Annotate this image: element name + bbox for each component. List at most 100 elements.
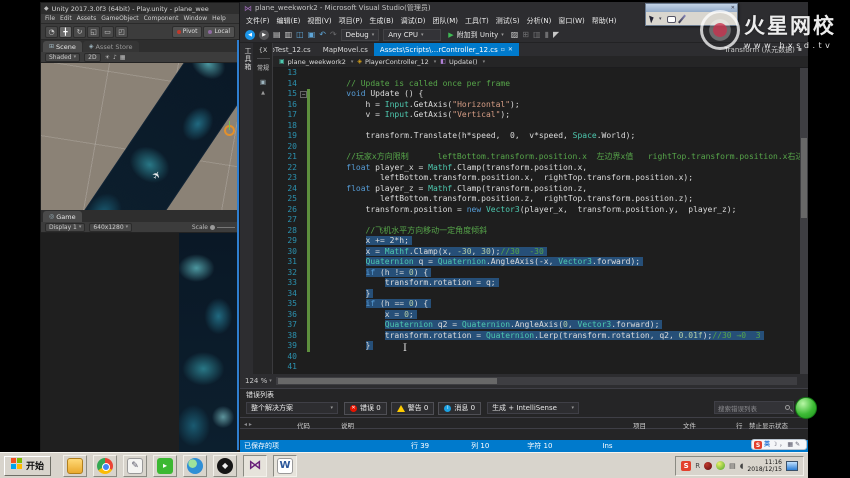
cursor-tool-icon[interactable] [649,15,655,24]
step-commands-icon[interactable]: ▥ [533,30,541,39]
vs-menu-item[interactable]: 编辑(E) [277,16,301,26]
document-tab[interactable]: MapMovel.cs [317,43,374,56]
undo-icon[interactable]: ↶ [319,30,326,39]
code-line[interactable]: 30 x = Mathf.Clamp(x, -30, 30);//30 -30 [273,247,800,258]
live-share-icon[interactable]: ▨ [511,30,519,39]
bookmark-icon[interactable]: ◤ [553,30,559,39]
code-line[interactable]: 14 // Update is called once per frame [273,79,800,90]
column-header[interactable]: 文件 [683,420,696,430]
navigate-back-icon[interactable]: ◀ [245,30,255,40]
warnings-filter-button[interactable]: 警告 0 [391,402,435,415]
code-line[interactable]: 40 [273,352,800,363]
vs-menu-item[interactable]: 测试(S) [496,16,520,26]
column-header[interactable]: 项目 [633,420,646,430]
code-line[interactable]: 33 transform.rotation = q; [273,278,800,289]
breadcrumb-segment[interactable]: ◧Update()▾ [440,58,485,66]
ime-english-icon[interactable]: 英 [764,440,770,449]
tray-display-icon[interactable]: ▤ [729,462,736,470]
code-line[interactable]: 37 Quaternion q2 = Quaternion.AngleAxis(… [273,320,800,331]
taskbar-word-icon[interactable]: W [273,455,297,477]
debug-config-dropdown[interactable]: Debug▾ [341,29,380,41]
column-header[interactable]: 行 [736,420,743,430]
code-line[interactable]: 18 [273,121,800,132]
rect-tool-icon[interactable]: ▭ [101,26,114,38]
code-line[interactable]: 15− void Update () { [273,89,800,100]
taskbar-recorder-icon[interactable]: ▸ [153,455,177,477]
pivot-button[interactable]: Pivot [172,26,203,38]
vs-menu-item[interactable]: 工具(T) [465,16,489,26]
platform-dropdown[interactable]: Any CPU▾ [383,29,441,41]
tray-volume-icon[interactable]: ◖ [740,462,744,470]
open-file-icon[interactable]: ▥ [285,30,293,39]
2d-toggle-button[interactable]: 2D [84,53,100,62]
code-line[interactable]: 23 leftBottom.transform.position.x, righ… [273,173,800,184]
error-search-box[interactable]: 搜索错误列表 [714,401,794,414]
error-scope-dropdown[interactable]: 整个解决方案▾ [246,402,338,414]
shaded-dropdown[interactable]: Shaded▾ [45,53,80,62]
scale-tool-icon[interactable]: ◱ [87,26,100,38]
code-line[interactable]: 24 float player_z = Mathf.Clamp(transfor… [273,184,800,195]
ime-fullhalf-icon[interactable]: ☽ [772,440,777,449]
unity-menu-item[interactable]: Help [212,15,226,22]
vs-menu-item[interactable]: 项目(P) [339,16,363,26]
move-tool-icon[interactable]: ╋ [59,26,72,38]
annotation-toolbar[interactable]: ✕ ▾ [645,3,738,26]
toolbox-pointer-icon[interactable]: ▣ [260,78,266,86]
tray-antivirus-icon[interactable] [716,461,725,470]
code-line[interactable]: 39 } [273,341,800,352]
vs-menu-item[interactable]: 视图(V) [307,16,331,26]
vs-menu-item[interactable]: 文件(F) [246,16,270,26]
vs-menu-item[interactable]: 团队(M) [432,16,458,26]
save-icon[interactable]: ◫ [296,30,304,39]
redo-icon[interactable]: ↷ [330,30,337,39]
unity-menu-item[interactable]: File [45,15,55,22]
code-line[interactable]: 13 [273,68,800,79]
cursor-column-icon[interactable]: ▮ [545,30,549,39]
start-button[interactable]: 开始 [4,456,51,476]
unity-menu-item[interactable]: GameObject [101,15,138,22]
effects-toggle-icon[interactable]: ▦ [120,54,126,61]
vs-menu-item[interactable]: 窗口(W) [558,16,584,26]
code-line[interactable]: 27 [273,215,800,226]
unity-menu-item[interactable]: Window [183,15,207,22]
taskbar-unity-icon[interactable]: ◆ [213,455,237,477]
taskbar-globe-icon[interactable] [183,455,207,477]
toolbox-section-label[interactable]: 常规 [257,63,269,72]
window-layout-icon[interactable]: ⊞ [522,30,529,39]
document-tab[interactable]: Assets\Scripts\…rController_12.cs▫✕ [374,43,519,56]
local-button[interactable]: Local [203,26,235,38]
transform-tool-icon[interactable]: ◰ [115,26,128,38]
dock-arrows-icon[interactable]: ◂ ▸ [244,421,252,428]
vs-menu-item[interactable]: 生成(B) [369,16,393,26]
taskbar-paint-icon[interactable]: ✎ [123,455,147,477]
code-line[interactable]: 19 transform.Translate(h*speed, 0, v*spe… [273,131,800,142]
tray-record-icon[interactable] [704,462,712,470]
close-icon[interactable]: ✕ [731,5,735,11]
fold-collapse-icon[interactable]: − [300,91,307,98]
scale-slider[interactable]: Scale [192,224,235,231]
code-line[interactable]: 34 } [273,289,800,300]
hand-tool-icon[interactable]: ◔ [45,26,58,38]
unity-menu-item[interactable]: Edit [60,15,72,22]
pen-tool-icon[interactable] [678,15,686,24]
toolbox-tab[interactable]: 工具箱 [243,47,253,71]
unity-menu-item[interactable]: Assets [77,15,97,22]
zoom-level-dropdown[interactable]: 124 %▾ [245,377,272,385]
notification-badge[interactable] [795,397,817,419]
code-line[interactable]: 26 transform.position = new Vector3(play… [273,205,800,216]
tray-sogou-icon[interactable]: S [681,461,691,471]
tab-close-icon[interactable]: ✕ [508,46,513,53]
errors-filter-button[interactable]: ✕错误 0 [344,402,387,415]
taskbar-visualstudio-icon[interactable]: ⋈ [243,455,267,477]
callout-tool-icon[interactable] [667,16,676,23]
lighting-toggle-icon[interactable]: ☀ [105,54,110,61]
messages-filter-button[interactable]: i消息 0 [438,402,481,415]
attach-to-unity-button[interactable]: ▶附加到 Unity▾ [445,30,507,40]
build-intellisense-dropdown[interactable]: 生成 + IntelliSense▾ [487,402,579,414]
tab-pin-icon[interactable]: ▫ [501,46,505,53]
code-line[interactable]: 16 h = Input.GetAxis("Horizontal"); [273,100,800,111]
document-tab[interactable]: Transform (从元数据)▪ [718,43,808,56]
tab-scene[interactable]: ⊞Scene [43,41,82,52]
transform-gizmo-icon[interactable] [224,125,235,136]
resolution-dropdown[interactable]: 640x1280▾ [89,223,132,232]
